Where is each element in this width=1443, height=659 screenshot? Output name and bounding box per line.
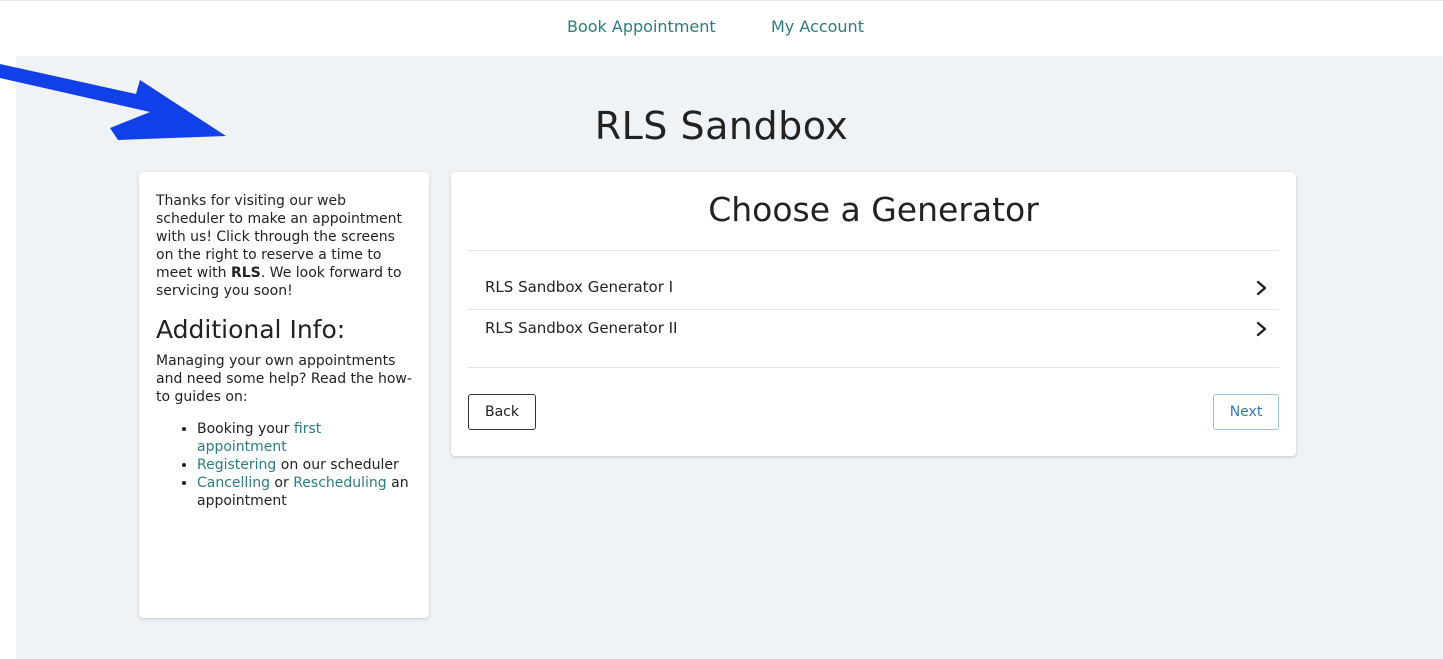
guide-item-booking: Booking your first appointment	[197, 420, 413, 456]
generator-option-1[interactable]: RLS Sandbox Generator I	[468, 268, 1279, 308]
divider	[468, 367, 1279, 368]
guide-item-cancelling: Cancelling or Rescheduling an appointmen…	[197, 474, 413, 510]
generator-option-2[interactable]: RLS Sandbox Generator II	[468, 309, 1279, 349]
guide-text: or	[269, 475, 294, 491]
guide-item-registering: Registering on our scheduler	[197, 456, 413, 474]
help-text: Managing your own appointments and need …	[156, 353, 412, 405]
next-button[interactable]: Next	[1213, 394, 1279, 430]
guide-text: Booking your	[197, 421, 294, 437]
guide-list: Booking your first appointment Registeri…	[156, 420, 413, 510]
rescheduling-link[interactable]: Rescheduling	[293, 475, 387, 491]
company-name: RLS	[230, 265, 261, 281]
registering-link[interactable]: Registering	[197, 457, 276, 473]
divider	[468, 250, 1279, 251]
generator-card: Choose a Generator RLS Sandbox Generator…	[451, 172, 1296, 456]
back-button[interactable]: Back	[468, 394, 536, 430]
guide-text: on our scheduler	[276, 457, 399, 473]
intro-text: Thanks for visiting our web scheduler to…	[156, 192, 413, 300]
cancelling-link[interactable]: Cancelling	[197, 475, 270, 491]
generator-option-label: RLS Sandbox Generator I	[485, 278, 674, 296]
nav-book-appointment[interactable]: Book Appointment	[567, 17, 716, 36]
chevron-right-icon	[1256, 321, 1267, 337]
nav-my-account[interactable]: My Account	[771, 17, 864, 36]
generator-option-label: RLS Sandbox Generator II	[485, 319, 678, 337]
page-title: RLS Sandbox	[594, 104, 849, 148]
info-sidebar: Thanks for visiting our web scheduler to…	[139, 172, 429, 618]
top-navigation: Book Appointment My Account	[0, 0, 1443, 56]
chevron-right-icon	[1256, 280, 1267, 296]
additional-info-heading: Additional Info:	[156, 315, 346, 344]
generator-title: Choose a Generator	[708, 190, 1039, 229]
